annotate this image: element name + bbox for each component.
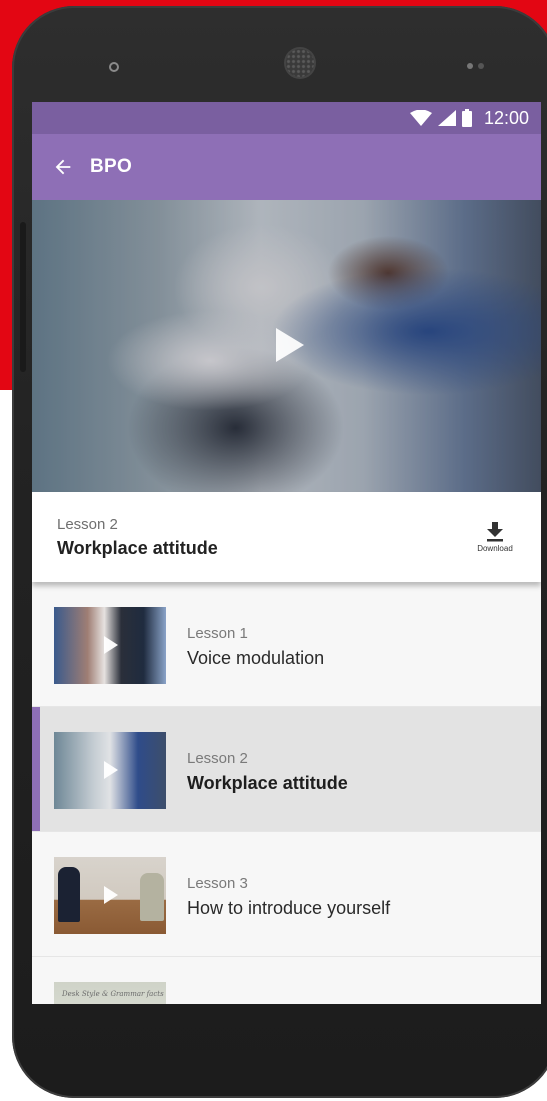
lesson-number: Lesson 3 (187, 875, 248, 892)
front-camera (109, 62, 119, 72)
phone-side-button (20, 222, 26, 372)
lesson-number: Lesson 1 (187, 625, 248, 642)
earpiece-speaker (286, 49, 314, 77)
video-player[interactable] (32, 200, 541, 492)
thumbnail-caption: Desk Style & Grammar facts (62, 990, 164, 998)
lesson-title: Workplace attitude (187, 773, 348, 793)
lesson-thumbnail (54, 857, 166, 934)
page-title: BPO (90, 156, 133, 177)
app-screen: 12:00 BPO Lesson 2 Workplace attitude Do… (32, 102, 541, 1004)
current-lesson-title: Workplace attitude (57, 538, 218, 558)
play-icon (104, 886, 118, 904)
play-icon (104, 761, 118, 779)
phone-sensors (467, 63, 484, 69)
download-icon (487, 522, 503, 542)
lesson-title: Voice modulation (187, 648, 325, 668)
back-arrow-icon[interactable] (52, 156, 74, 178)
battery-icon (461, 109, 472, 127)
lesson-list: Lesson 1 Voice modulation Lesson 2 Workp… (32, 582, 541, 1004)
lesson-list-item-3[interactable]: Lesson 3 How to introduce yourself (32, 832, 541, 957)
lesson-list-item-1[interactable]: Lesson 1 Voice modulation (32, 582, 541, 707)
lesson-number: Lesson 2 (187, 750, 248, 767)
app-bar: BPO (32, 134, 541, 200)
status-time: 12:00 (483, 107, 529, 128)
lesson-list-item-2[interactable]: Lesson 2 Workplace attitude (32, 707, 541, 832)
lesson-thumbnail (54, 732, 166, 809)
wifi-icon (409, 110, 432, 126)
play-icon[interactable] (276, 328, 304, 362)
download-label: Download (477, 544, 513, 553)
lesson-list-item-4[interactable]: Desk Style & Grammar facts (32, 957, 541, 1004)
current-lesson-number: Lesson 2 (57, 516, 118, 533)
download-button[interactable]: Download (473, 522, 517, 553)
play-icon (104, 636, 118, 654)
cell-signal-icon (437, 110, 456, 126)
status-bar: 12:00 (32, 102, 541, 134)
lesson-title: How to introduce yourself (187, 898, 391, 918)
current-lesson-header: Lesson 2 Workplace attitude Download (32, 492, 541, 582)
lesson-thumbnail (54, 607, 166, 684)
